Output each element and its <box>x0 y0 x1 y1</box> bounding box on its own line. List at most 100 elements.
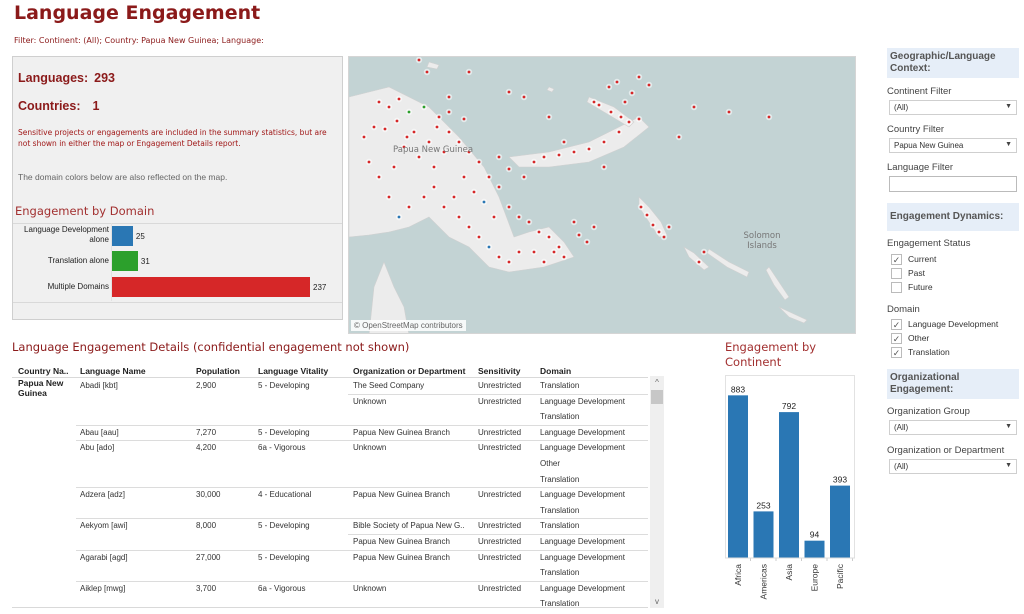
divider <box>13 223 342 224</box>
continent-bar[interactable] <box>830 485 850 558</box>
map-point <box>377 100 381 104</box>
map-point <box>577 233 581 237</box>
org-group-label: Organization Group <box>887 406 970 417</box>
map-point <box>477 160 481 164</box>
countries-count: 1 <box>92 99 100 113</box>
map-point <box>507 205 511 209</box>
sensitivity-cell: Unrestricted <box>478 552 522 562</box>
language-filter-input[interactable] <box>889 176 1017 192</box>
map-point <box>407 110 411 114</box>
map-point <box>417 58 421 62</box>
continent-filter-value: (All) <box>894 103 909 112</box>
table-scrollbar[interactable]: ^ v <box>650 376 664 608</box>
col-header-language-vitality[interactable]: Language Vitality <box>258 366 328 376</box>
map-point <box>607 85 611 89</box>
engagement-divider <box>348 534 648 535</box>
map-point <box>397 215 401 219</box>
continent-filter-label: Continent Filter <box>887 86 952 97</box>
checkbox-checked-icon[interactable]: ✓ <box>891 319 902 330</box>
organization-cell: Papua New Guinea Branch <box>353 490 450 500</box>
sensitivity-cell: Unrestricted <box>478 381 522 390</box>
country-filter-select[interactable]: Papua New Guinea ▼ <box>889 138 1017 153</box>
map-point <box>447 130 451 134</box>
scrollbar-thumb[interactable] <box>651 390 663 404</box>
col-header-sensitivity[interactable]: Sensitivity <box>478 366 521 376</box>
engagement-dynamics-header: Engagement Dynamics: <box>887 203 1019 231</box>
scroll-down-icon[interactable]: v <box>650 597 664 607</box>
map-point <box>482 200 486 204</box>
map-point <box>462 117 466 121</box>
map-canvas[interactable] <box>349 57 856 334</box>
domain-bar[interactable] <box>112 226 133 246</box>
chevron-down-icon[interactable]: ▼ <box>1005 103 1012 110</box>
col-header-domain[interactable]: Domain <box>540 366 571 376</box>
languages-count: 293 <box>94 71 116 85</box>
checkbox-unchecked-icon[interactable] <box>891 282 902 293</box>
col-header-country[interactable]: Country Na.. <box>18 366 69 376</box>
map-point <box>572 220 576 224</box>
map-point <box>497 155 501 159</box>
population-cell: 7,270 <box>196 427 217 437</box>
continent-bar[interactable] <box>804 540 825 558</box>
map-point <box>432 165 436 169</box>
map-point <box>615 80 619 84</box>
map-point <box>422 195 426 199</box>
domain-bar[interactable] <box>112 251 138 271</box>
checkbox-unchecked-icon[interactable] <box>891 268 902 279</box>
language-map[interactable]: Papua New Guinea Solomon Islands © OpenS… <box>348 56 856 334</box>
org-dept-label: Organization or Department <box>887 445 1005 456</box>
map-point <box>367 160 371 164</box>
domain-bar[interactable] <box>112 277 310 297</box>
org-dept-select[interactable]: (All) ▼ <box>889 459 1017 474</box>
checkbox-checked-icon[interactable]: ✓ <box>891 254 902 265</box>
checkbox-checked-icon[interactable]: ✓ <box>891 333 902 344</box>
continent-chart-title: Engagement by Continent <box>725 340 817 369</box>
sensitivity-cell: Unrestricted <box>478 396 522 406</box>
map-land-solomon-2 <box>706 248 750 278</box>
country-filter-value: Papua New Guinea <box>894 141 964 150</box>
domain-colors-note: The domain colors below are also reflect… <box>18 172 228 182</box>
details-title: Language Engagement Details (confidentia… <box>12 340 410 354</box>
population-cell: 27,000 <box>196 552 221 562</box>
map-point <box>517 215 521 219</box>
continent-bar-value: 94 <box>810 530 820 540</box>
continent-bar[interactable] <box>779 412 799 558</box>
map-point <box>630 91 634 95</box>
checkbox-checked-icon[interactable]: ✓ <box>891 347 902 358</box>
continent-filter-select[interactable]: (All) ▼ <box>889 100 1017 115</box>
scroll-up-icon[interactable]: ^ <box>650 378 664 388</box>
chevron-down-icon[interactable]: ▼ <box>1005 462 1012 469</box>
org-group-select[interactable]: (All) ▼ <box>889 420 1017 435</box>
col-header-language-name[interactable]: Language Name <box>80 366 146 376</box>
map-point <box>472 190 476 194</box>
organization-cell: Unknown <box>353 583 387 593</box>
domain-cell: Language Development <box>540 427 625 437</box>
domain-bar-value: 237 <box>313 283 327 292</box>
map-point <box>437 115 441 119</box>
chevron-down-icon[interactable]: ▼ <box>1005 423 1012 430</box>
map-point <box>425 70 429 74</box>
map-point <box>532 250 536 254</box>
map-point <box>362 135 366 139</box>
languages-stat: Languages: 293 <box>18 71 115 85</box>
population-cell: 8,000 <box>196 521 217 531</box>
map-point <box>727 110 731 114</box>
organization-cell: Papua New Guinea Branch <box>353 427 450 437</box>
checkbox-label: Other <box>908 333 930 343</box>
col-header-population[interactable]: Population <box>196 366 240 376</box>
map-point <box>383 127 387 131</box>
chevron-down-icon[interactable]: ▼ <box>1005 141 1012 148</box>
continent-bar[interactable] <box>728 395 748 558</box>
org-engagement-header: Organizational Engagement: <box>887 369 1019 399</box>
countries-label: Countries: <box>18 99 81 113</box>
continent-bar[interactable] <box>753 511 774 558</box>
map-point <box>592 100 596 104</box>
map-attribution[interactable]: © OpenStreetMap contributors <box>351 320 466 331</box>
map-point <box>395 119 399 123</box>
domain-cell: Other <box>540 459 561 468</box>
map-point <box>527 220 531 224</box>
col-header-organization[interactable]: Organization or Department <box>353 366 465 376</box>
domain-bar-label: Language Development alone <box>24 225 109 244</box>
domain-cell: Language Development <box>540 490 625 500</box>
map-point <box>657 230 661 234</box>
